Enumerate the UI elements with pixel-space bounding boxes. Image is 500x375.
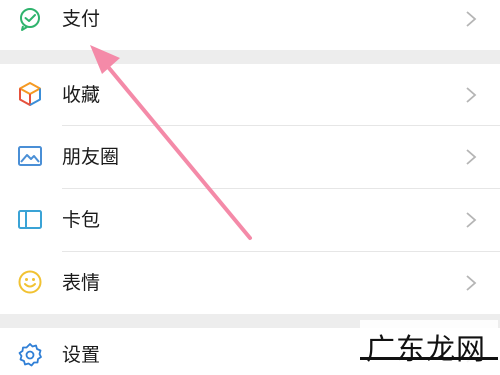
menu-item-label: 收藏 — [62, 84, 101, 106]
menu-item-pay[interactable]: 支付 — [0, 0, 500, 50]
chevron-right-icon — [465, 148, 477, 166]
menu-item-favorites[interactable]: 收藏 — [0, 64, 500, 126]
chevron-right-icon — [465, 211, 477, 229]
menu-item-moments[interactable]: 朋友圈 — [0, 126, 500, 188]
menu-item-label: 朋友圈 — [62, 146, 120, 168]
menu-item-label: 卡包 — [62, 209, 101, 231]
settings-gear-icon — [17, 342, 43, 368]
section-separator — [0, 50, 500, 64]
smiley-icon — [17, 269, 43, 295]
card-wallet-icon — [17, 206, 43, 232]
menu-item-label: 设置 — [62, 344, 101, 366]
menu-item-cards[interactable]: 卡包 — [0, 189, 500, 251]
wechat-pay-icon — [17, 6, 43, 32]
moments-image-icon — [17, 143, 43, 169]
favorites-cube-icon — [17, 81, 43, 107]
watermark: 广东龙网 — [360, 320, 498, 366]
menu-item-stickers[interactable]: 表情 — [0, 252, 500, 314]
chevron-right-icon — [465, 86, 477, 104]
watermark-underline — [360, 357, 498, 360]
menu-item-label: 支付 — [62, 8, 101, 30]
chevron-right-icon — [465, 10, 477, 28]
menu-item-label: 表情 — [62, 272, 101, 294]
watermark-text: 广东龙网 — [366, 332, 487, 366]
chevron-right-icon — [465, 274, 477, 292]
